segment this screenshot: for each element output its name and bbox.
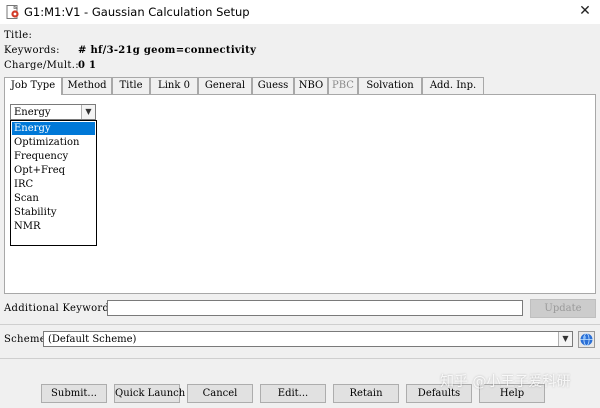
window-title: G1:M1:V1 - Gaussian Calculation Setup [24,5,250,19]
tab-guess[interactable]: Guess [252,77,294,94]
job-type-option-energy[interactable]: Energy [12,122,95,135]
tab-method[interactable]: Method [62,77,112,94]
edit-button[interactable]: Edit... [260,384,326,403]
additional-keywords-input[interactable] [107,300,523,316]
tab-nbo[interactable]: NBO [294,77,328,94]
job-type-option-scan[interactable]: Scan [12,192,95,205]
job-type-dropdown-list: Energy Optimization Frequency Opt+Freq I… [10,120,97,246]
separator [0,358,600,359]
tab-job-type[interactable]: Job Type [4,77,62,95]
tab-pbc: PBC [328,77,358,94]
charge-mult-label: Charge/Mult.: [4,60,79,71]
chevron-down-icon[interactable]: ▼ [81,105,95,119]
retain-button[interactable]: Retain [333,384,399,403]
tab-title[interactable]: Title [112,77,150,94]
charge-mult-value: 0 1 [78,60,97,71]
zhihu-watermark: 知乎 @小王子爱科研 [440,374,571,390]
cancel-button[interactable]: Cancel [187,384,253,403]
title-bar: G1:M1:V1 - Gaussian Calculation Setup ✕ [0,0,600,24]
job-type-option-nmr[interactable]: NMR [12,220,95,233]
job-type-option-opt-freq[interactable]: Opt+Freq [12,164,95,177]
additional-keywords-label: Additional Keywords: [4,303,119,314]
separator [0,324,600,325]
title-label: Title: [4,30,33,41]
job-type-combobox[interactable]: Energy ▼ [10,104,96,120]
chevron-down-icon[interactable]: ▼ [558,332,572,346]
tab-solvation[interactable]: Solvation [358,77,422,94]
tab-add-inp[interactable]: Add. Inp. [422,77,484,94]
tab-general[interactable]: General [198,77,252,94]
job-type-selected-value: Energy [14,107,51,118]
scheme-combobox[interactable]: (Default Scheme) ▼ [43,331,573,347]
tab-link-0[interactable]: Link 0 [150,77,198,94]
quick-launch-button[interactable]: Quick Launch [114,384,185,403]
submit-button[interactable]: Submit... [41,384,107,403]
job-type-option-stability[interactable]: Stability [12,206,95,219]
gaussview-app-icon [6,5,19,19]
close-icon[interactable]: ✕ [576,2,594,20]
keywords-label: Keywords: [4,45,60,56]
job-type-option-optimization[interactable]: Optimization [12,136,95,149]
job-type-option-irc[interactable]: IRC [12,178,95,191]
job-type-option-frequency[interactable]: Frequency [12,150,95,163]
scheme-globe-icon[interactable] [578,331,595,348]
update-button: Update [530,299,596,318]
keywords-value: # hf/3-21g geom=connectivity [78,45,257,56]
scheme-value: (Default Scheme) [48,334,137,345]
